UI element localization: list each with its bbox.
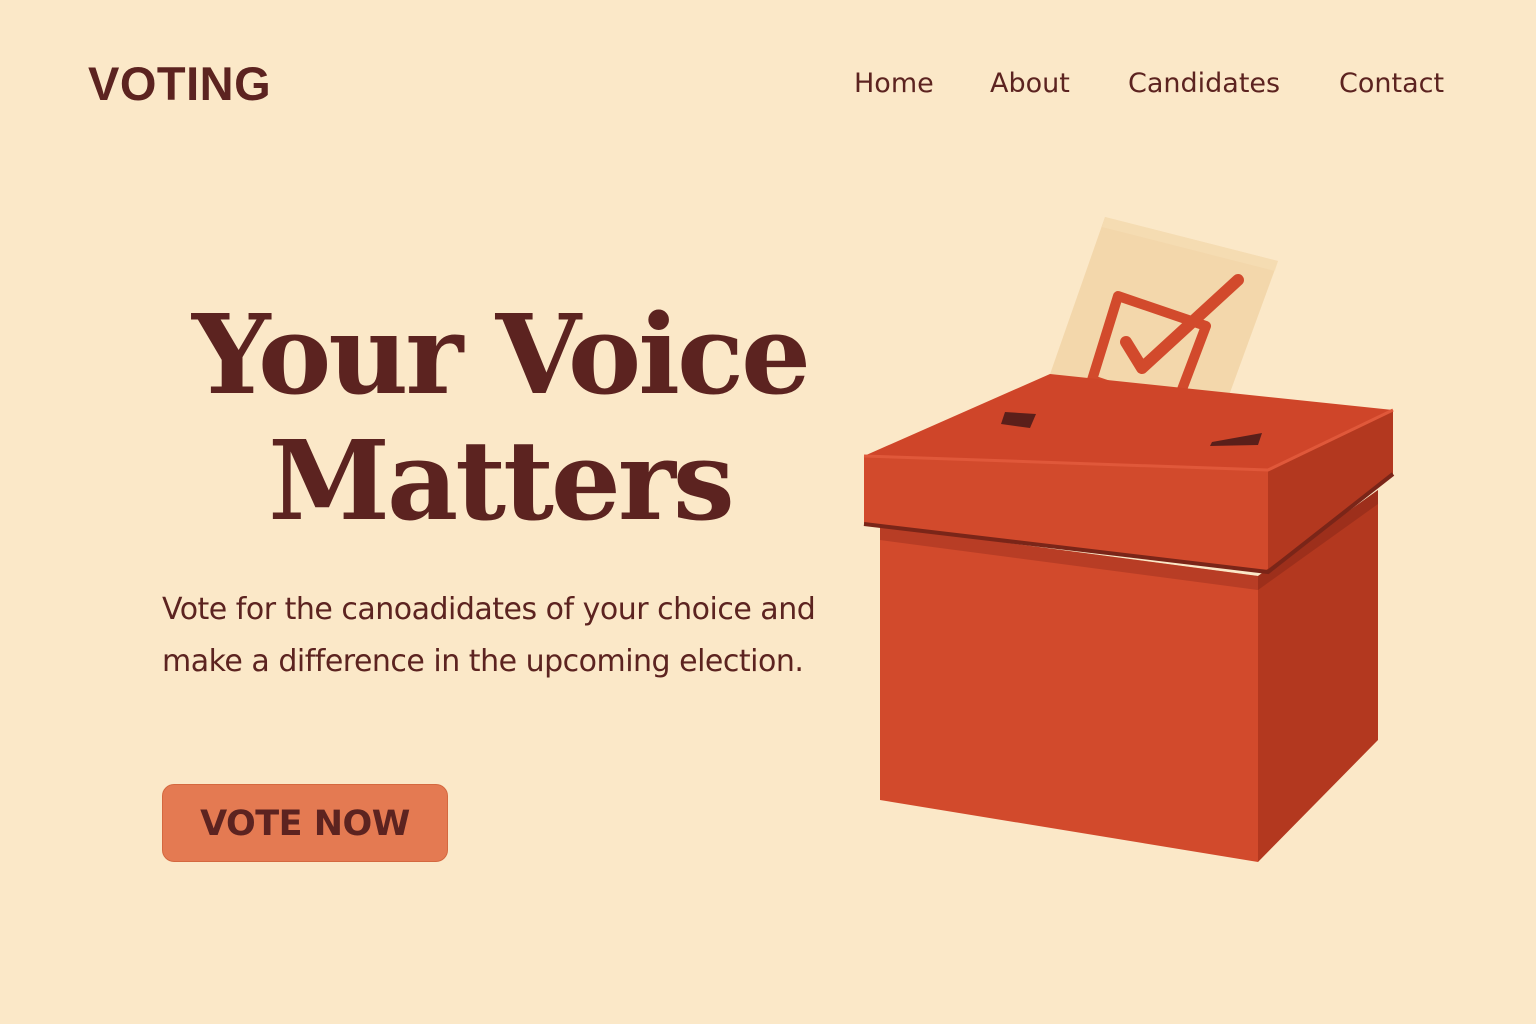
nav-home[interactable]: Home <box>854 64 934 104</box>
ballot-box-lid <box>863 374 1394 572</box>
hero-subtitle: Vote for the canoadidates of your choice… <box>162 592 816 679</box>
nav-candidates[interactable]: Candidates <box>1128 64 1280 104</box>
nav-about[interactable]: About <box>990 64 1070 104</box>
nav-contact[interactable]: Contact <box>1339 64 1444 104</box>
vote-now-button[interactable]: VOTE NOW <box>162 784 448 862</box>
hero-title-line-1: Your Voice <box>192 290 811 419</box>
ballot-box-body <box>863 472 1395 862</box>
main-nav: Home About Candidates Contact <box>0 64 1536 104</box>
hero-title-line-2: Matters <box>268 416 735 545</box>
checkbox-checked-icon <box>1087 274 1244 413</box>
hero-title: Your Voice Matters <box>150 292 850 544</box>
ballot-paper <box>1034 217 1278 442</box>
